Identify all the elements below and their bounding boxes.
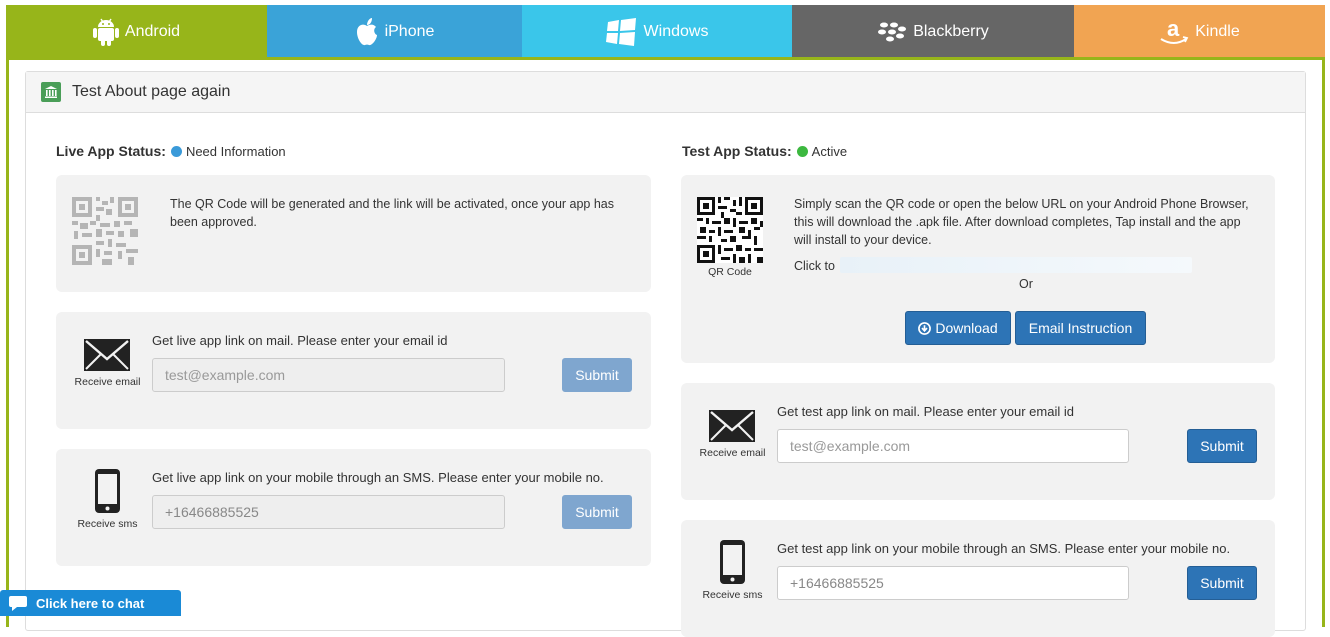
tab-windows-label: Windows bbox=[643, 22, 709, 40]
live-status-label: Live App Status: bbox=[56, 143, 166, 159]
download-icon bbox=[918, 321, 932, 335]
tab-windows[interactable]: Windows bbox=[522, 5, 792, 58]
click-to-text: Click to bbox=[794, 259, 835, 273]
chat-bubble-icon bbox=[0, 595, 36, 611]
test-sms-prompt: Get test app link on your mobile through… bbox=[777, 541, 1231, 556]
test-app-status: Test App Status: Active bbox=[682, 143, 847, 159]
chat-label: Click here to chat bbox=[36, 595, 145, 611]
test-email-submit-button[interactable]: Submit bbox=[1187, 429, 1257, 463]
envelope-icon bbox=[84, 339, 130, 371]
apk-download-link[interactable] bbox=[840, 257, 1192, 273]
chat-widget-button[interactable]: Click here to chat bbox=[0, 590, 181, 616]
live-mobile-input[interactable]: +16466885525 bbox=[152, 495, 505, 529]
apple-icon bbox=[356, 17, 377, 45]
envelope-icon bbox=[709, 410, 755, 442]
blackberry-icon bbox=[878, 22, 907, 41]
bank-icon bbox=[41, 82, 61, 102]
test-mobile-input[interactable]: +16466885525 bbox=[777, 566, 1129, 600]
tab-android-label: Android bbox=[124, 22, 181, 40]
or-text: Or bbox=[1019, 277, 1033, 291]
test-sms-label: Receive sms bbox=[702, 589, 763, 601]
panel-header: Test About page again bbox=[26, 72, 1305, 113]
tab-blackberry[interactable]: Blackberry bbox=[792, 5, 1074, 58]
android-icon bbox=[92, 18, 119, 46]
qr-placeholder-icon bbox=[72, 197, 138, 265]
svg-text:a: a bbox=[1167, 17, 1180, 41]
tab-kindle-label: Kindle bbox=[1195, 22, 1240, 40]
panel-title: Test About page again bbox=[72, 83, 231, 100]
live-sms-prompt: Get live app link on your mobile through… bbox=[152, 470, 604, 485]
test-email-input[interactable]: test@example.com bbox=[777, 429, 1129, 463]
live-email-input[interactable]: test@example.com bbox=[152, 358, 505, 392]
amazon-icon: a bbox=[1160, 17, 1189, 44]
test-qr-text: Simply scan the QR code or open the belo… bbox=[794, 197, 1249, 247]
tab-iphone[interactable]: iPhone bbox=[267, 5, 522, 58]
tab-android[interactable]: Android bbox=[6, 5, 267, 58]
test-email-card: Receive email Get test app link on mail.… bbox=[681, 383, 1275, 500]
download-button[interactable]: Download bbox=[905, 311, 1011, 345]
mobile-phone-icon bbox=[95, 469, 120, 513]
live-email-card: Receive email Get live app link on mail.… bbox=[56, 312, 651, 429]
status-dot-icon bbox=[796, 145, 808, 157]
qr-code-caption: QR Code bbox=[708, 266, 752, 278]
live-sms-label: Receive sms bbox=[77, 518, 138, 530]
live-email-prompt: Get live app link on mail. Please enter … bbox=[152, 333, 448, 348]
email-instruction-button[interactable]: Email Instruction bbox=[1015, 311, 1146, 345]
tab-iphone-label: iPhone bbox=[384, 22, 435, 40]
platform-tabs: Android iPhone Windows Blackberry a Kind… bbox=[6, 5, 1325, 58]
live-app-status: Live App Status: Need Information bbox=[56, 143, 286, 159]
test-sms-submit-button[interactable]: Submit bbox=[1187, 566, 1257, 600]
live-email-submit-button[interactable]: Submit bbox=[562, 358, 632, 392]
tab-kindle[interactable]: a Kindle bbox=[1074, 5, 1325, 58]
status-dot-icon bbox=[170, 145, 182, 157]
test-status-value: Active bbox=[811, 143, 848, 159]
mobile-phone-icon bbox=[720, 540, 745, 584]
live-qr-card: The QR Code will be generated and the li… bbox=[56, 175, 651, 292]
live-email-label: Receive email bbox=[74, 376, 141, 388]
windows-icon bbox=[605, 17, 636, 46]
qr-code-icon bbox=[697, 197, 763, 263]
live-qr-text: The QR Code will be generated and the li… bbox=[170, 197, 615, 229]
download-button-label: Download bbox=[935, 320, 998, 336]
test-sms-card: Receive sms Get test app link on your mo… bbox=[681, 520, 1275, 637]
test-status-label: Test App Status: bbox=[682, 143, 792, 159]
live-sms-card: Receive sms Get live app link on your mo… bbox=[56, 449, 651, 566]
live-status-value: Need Information bbox=[185, 143, 286, 159]
test-email-prompt: Get test app link on mail. Please enter … bbox=[777, 404, 1074, 419]
test-email-label: Receive email bbox=[699, 447, 766, 459]
live-sms-submit-button[interactable]: Submit bbox=[562, 495, 632, 529]
tab-blackberry-label: Blackberry bbox=[913, 22, 989, 40]
